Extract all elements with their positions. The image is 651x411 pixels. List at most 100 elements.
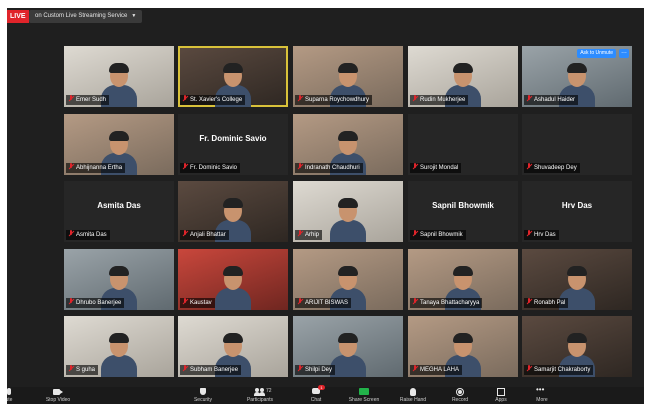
mic-muted-icon: [68, 365, 74, 372]
participant-tile[interactable]: ARIJIT BISWAS: [293, 249, 403, 310]
participant-name-tag: Asmita Das: [66, 230, 110, 240]
participant-name-tag: Kaustav: [180, 298, 215, 308]
participant-name: Sapnil Bhowmik: [420, 232, 463, 238]
mic-muted-icon: [182, 163, 188, 170]
record-icon: [455, 388, 465, 396]
participant-video: [215, 264, 251, 310]
participant-tile[interactable]: Kaustav: [178, 249, 288, 310]
participant-name: Kaustav: [190, 300, 212, 306]
participant-name-tag: Tanaya Bhattacharyya: [410, 298, 483, 308]
chat-bubble-icon: 1: [311, 385, 325, 396]
participant-tile[interactable]: Arhip: [293, 181, 403, 242]
participant-name: Samarjit Chakraborty: [534, 367, 591, 373]
participant-name-tag: Dhrubo Banerjee: [66, 298, 125, 308]
participant-name: S guha: [76, 367, 96, 373]
participant-tile[interactable]: Suparna Roychowdhury: [293, 46, 403, 107]
mic-muted-icon: [182, 365, 188, 372]
mic-muted-icon: [297, 230, 303, 237]
mute-label: ute: [7, 397, 13, 403]
participant-name: Emer Sudh: [76, 97, 107, 103]
participant-video: [330, 196, 366, 242]
chat-label: Chat: [310, 397, 322, 403]
participant-name-tag: Fr. Dominic Savio: [180, 163, 241, 173]
chat-button[interactable]: 1 Chat: [294, 385, 338, 404]
live-badge[interactable]: LIVE: [7, 10, 29, 23]
mic-muted-icon: [68, 298, 74, 305]
participant-name: Dhrubo Banerjee: [76, 300, 122, 306]
participant-tile[interactable]: Subham Banerjee: [178, 316, 288, 377]
participant-tile[interactable]: Tanaya Bhattacharyya: [408, 249, 518, 310]
share-screen-button[interactable]: Share Screen: [342, 387, 386, 404]
participant-tile[interactable]: MEGHA LAHA: [408, 316, 518, 377]
mic-muted-icon: [412, 298, 418, 305]
participant-tile[interactable]: S guha: [64, 316, 174, 377]
participant-tile[interactable]: St. Xavier's College: [178, 46, 288, 107]
participant-name-tag: Shilpi Dey: [295, 365, 336, 375]
mic-muted-icon: [526, 298, 532, 305]
record-label: Record: [451, 397, 469, 403]
apps-button[interactable]: Apps: [479, 387, 523, 404]
more-button[interactable]: More: [520, 385, 564, 404]
participant-name: Suparna Roychowdhury: [305, 97, 370, 103]
more-label: More: [536, 397, 548, 403]
participant-tile[interactable]: Surojit Mondal: [408, 114, 518, 175]
participant-name-tag: St. Xavier's College: [180, 95, 246, 105]
raise-hand-button[interactable]: Raise Hand: [391, 387, 435, 404]
participant-name-tag: Abhijnanna Ertha: [66, 163, 126, 173]
tile-more-icon[interactable]: …: [619, 49, 629, 58]
participant-name: Indranath Chaudhuri: [305, 165, 360, 171]
mic-muted-icon: [182, 230, 188, 237]
ask-to-unmute-button[interactable]: Ask to Unmute: [577, 49, 616, 58]
participant-tile[interactable]: Emer Sudh: [64, 46, 174, 107]
participant-name-tag: Shuvadeep Dey: [524, 163, 580, 173]
participant-tile[interactable]: Anjali Bhattar: [178, 181, 288, 242]
mute-button[interactable]: ute: [7, 387, 31, 404]
participant-name: Surojit Mondal: [420, 165, 459, 171]
participant-tile[interactable]: Dhrubo Banerjee: [64, 249, 174, 310]
participants-count: 72: [266, 388, 272, 394]
participant-name: Abhijnanna Ertha: [76, 165, 123, 171]
participant-video: [101, 331, 137, 377]
participant-name: Ashadul Haider: [534, 97, 576, 103]
participant-tile[interactable]: Ask to Unmute… Ashadul Haider: [522, 46, 632, 107]
participant-name-tag: Indranath Chaudhuri: [295, 163, 363, 173]
participant-name-tag: Ashadul Haider: [524, 95, 579, 105]
mic-muted-icon: [526, 365, 532, 372]
participant-tile[interactable]: Ronabh Pal: [522, 249, 632, 310]
participant-display-name: Sapnil Bhowmik: [432, 201, 494, 210]
participant-tile[interactable]: Sapnil Bhowmik Sapnil Bhowmik: [408, 181, 518, 242]
mic-muted-icon: [412, 163, 418, 170]
security-button[interactable]: Security: [181, 387, 225, 404]
participant-name: Rudin Mukherjee: [420, 97, 466, 103]
mic-muted-icon: [412, 365, 418, 372]
participant-name: St. Xavier's College: [190, 97, 243, 103]
stop-video-button[interactable]: Stop Video: [36, 387, 80, 404]
participant-name-tag: Rudin Mukherjee: [410, 95, 469, 105]
participant-name-tag: Sapnil Bhowmik: [410, 230, 466, 240]
mic-muted-icon: [297, 163, 303, 170]
participant-tile[interactable]: Rudin Mukherjee: [408, 46, 518, 107]
participant-tile[interactable]: Abhijnanna Ertha: [64, 114, 174, 175]
participant-name-tag: MEGHA LAHA: [410, 365, 463, 375]
mic-muted-icon: [68, 95, 74, 102]
participant-tile[interactable]: Hrv Das Hrv Das: [522, 181, 632, 242]
zoom-meeting-window: LIVE on Custom Live Streaming Service ▼ E…: [7, 8, 644, 404]
record-button[interactable]: Record: [438, 387, 482, 404]
participant-tile[interactable]: Shuvadeep Dey: [522, 114, 632, 175]
participant-tile[interactable]: Samarjit Chakraborty: [522, 316, 632, 377]
participant-tile[interactable]: Shilpi Dey: [293, 316, 403, 377]
meeting-top-bar: LIVE on Custom Live Streaming Service ▼: [7, 8, 644, 25]
participant-display-name: Hrv Das: [561, 201, 593, 210]
participant-tile[interactable]: Indranath Chaudhuri: [293, 114, 403, 175]
mic-muted-icon: [526, 95, 532, 102]
live-stream-dropdown[interactable]: on Custom Live Streaming Service ▼: [29, 10, 143, 23]
participant-tile[interactable]: Fr. Dominic Savio Fr. Dominic Savio: [178, 114, 288, 175]
participants-button[interactable]: 72 Participants: [238, 387, 282, 404]
participant-name: Ronabh Pal: [534, 300, 566, 306]
more-icon: [536, 385, 547, 396]
mic-muted-icon: [182, 95, 188, 102]
participant-tile[interactable]: Asmita Das Asmita Das: [64, 181, 174, 242]
participant-name: Anjali Bhattar: [190, 232, 226, 238]
participant-name: Asmita Das: [76, 232, 107, 238]
mic-muted-icon: [412, 95, 418, 102]
